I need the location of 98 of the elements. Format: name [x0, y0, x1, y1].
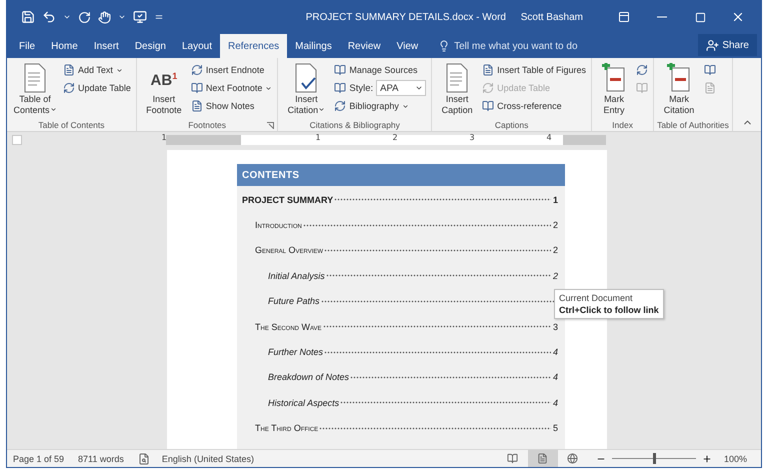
footnote-icon: AB$^{1}$ [150, 70, 178, 86]
ruler-number: 3 [469, 133, 475, 142]
toc-entry[interactable]: The Third Office [255, 423, 318, 434]
language[interactable]: English (United States) [162, 454, 254, 464]
group-label: Captions [494, 120, 528, 130]
page-number: 1 [552, 194, 558, 205]
ribbon-tab[interactable]: File [11, 34, 44, 58]
ruler-number: 1 [161, 133, 167, 142]
ribbon-button[interactable]: Insert Endnote [188, 61, 274, 79]
ribbon-button[interactable]: Manage Sources [332, 61, 428, 79]
close-icon [731, 10, 745, 24]
monitor-icon[interactable] [133, 10, 147, 24]
zoom-in-button[interactable] [702, 454, 712, 464]
ruler-number: 2 [392, 133, 398, 142]
toc-entry[interactable]: Historical Aspects [268, 398, 340, 408]
ribbon-button[interactable]: Next Footnote [188, 79, 274, 97]
ribbon-button[interactable]: Insert Caption [435, 60, 480, 119]
tooltip: Current Document Ctrl+Click to follow link [554, 289, 664, 319]
ribbon-tab[interactable]: View [388, 34, 426, 58]
style-dropdown[interactable]: APA [376, 80, 426, 96]
toc-entry[interactable]: The Second Wave [255, 322, 322, 332]
ribbon-button[interactable]: Insert Citation [281, 60, 332, 119]
ruler-number: 1 [315, 133, 321, 142]
ribbon-display-icon [618, 11, 630, 23]
toc-entry[interactable]: Breakdown of Notes [268, 372, 350, 382]
group-label: Table of Authorities [657, 120, 729, 130]
style-label: Style: [349, 82, 374, 94]
page-number: 5 [552, 423, 558, 434]
toc-entry[interactable]: Future Paths [268, 296, 320, 306]
ribbon-tab[interactable]: Home [43, 34, 86, 58]
book-icon [507, 453, 518, 464]
caret-icon [415, 84, 424, 92]
window-title: PROJECT SUMMARY DETAILS.docx - Word [304, 12, 507, 22]
ribbon-tab[interactable]: References [220, 34, 288, 58]
zoom-thumb[interactable] [652, 453, 656, 464]
caret-icon [265, 84, 272, 92]
group-label: Citations & Bibliography [310, 120, 400, 130]
save-icon[interactable] [21, 10, 35, 24]
ribbon-button[interactable]: Bibliography [332, 97, 428, 115]
ribbon-button[interactable]: Table of Contents [10, 60, 60, 119]
ribbon-tab[interactable]: Layout [174, 34, 220, 58]
user-name: Scott Basham [520, 12, 583, 22]
tell-me-field[interactable]: Tell me what you want to do [430, 34, 586, 58]
ribbon-tab[interactable]: Mailings [287, 34, 340, 58]
ribbon-tab[interactable]: Insert [86, 34, 127, 58]
mark-entry-icon [666, 63, 692, 93]
caret-icon [50, 106, 57, 113]
toc-entry[interactable]: Initial Analysis [268, 270, 325, 281]
toc-heading: CONTENTS [237, 164, 565, 186]
page-number: 4 [552, 372, 558, 382]
plus-icon [702, 454, 712, 464]
undo-icon[interactable] [42, 10, 56, 24]
mark-entry-icon [601, 63, 628, 93]
word-count[interactable]: 8711 words [78, 454, 124, 464]
page-number: 2 [552, 245, 558, 256]
page-number: 2 [552, 220, 558, 230]
ribbon-tab[interactable]: Design [126, 34, 174, 58]
ribbon-button[interactable]: Insert Table of Figures [480, 61, 588, 79]
ribbon-button[interactable]: Mark Citation [657, 60, 702, 119]
book-icon [334, 82, 346, 94]
caret-icon [318, 106, 326, 113]
page-number: 3 [552, 322, 558, 332]
ribbon-button[interactable]: AB$^{1}$ Insert Footnote [140, 60, 188, 119]
minimize-icon [657, 16, 667, 18]
person-icon [706, 38, 720, 52]
group-label: Index [612, 120, 633, 130]
page-count[interactable]: Page 1 of 59 [13, 454, 64, 464]
toc-entry[interactable]: Introduction [255, 220, 302, 230]
ribbon-button[interactable]: Add Text [61, 61, 133, 79]
hand-icon[interactable] [98, 10, 111, 24]
page-icon [537, 453, 548, 464]
caret-icon [116, 66, 123, 74]
toc-entry[interactable]: General Overview [255, 245, 324, 256]
toc-entry[interactable]: PROJECT SUMMARY [242, 194, 334, 205]
group-label: Footnotes [188, 120, 226, 130]
ribbon-button[interactable]: Show Notes [188, 97, 274, 115]
caret-icon [118, 13, 126, 21]
page-number: 2 [552, 270, 558, 281]
toc-entry[interactable]: Further Notes [268, 347, 324, 358]
ribbon-button[interactable]: Update Table [61, 79, 133, 97]
caret-icon [63, 13, 71, 21]
launcher-icon[interactable] [267, 122, 274, 129]
caret-icon [402, 102, 409, 110]
group-label: Table of Contents [38, 120, 105, 130]
lightbulb-icon [438, 40, 450, 52]
share-button[interactable]: Share [698, 34, 757, 56]
view-button[interactable] [528, 450, 558, 467]
page-number: 4 [552, 347, 558, 358]
zoom-level[interactable]: 100% [724, 454, 747, 464]
maximize-icon [694, 12, 706, 22]
page-number: 4 [552, 398, 558, 408]
redo-icon[interactable] [78, 10, 91, 24]
ribbon-button[interactable]: Mark Entry [595, 60, 634, 119]
ruler-number: 4 [546, 133, 552, 142]
ribbon-button[interactable]: Cross-reference [480, 97, 588, 115]
globe-icon [567, 453, 578, 464]
proofing-icon[interactable] [138, 452, 150, 464]
ribbon-tab[interactable]: Review [340, 34, 389, 58]
